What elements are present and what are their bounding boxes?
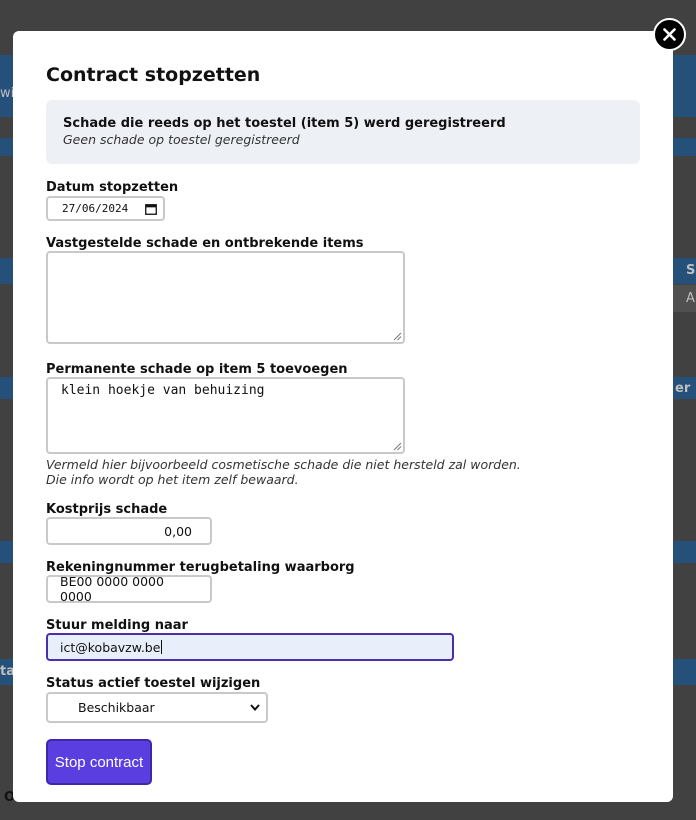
background-text-fragment: er	[675, 381, 691, 396]
background-table-header-left	[0, 258, 13, 284]
status-selected-value: Beschikbaar	[78, 700, 155, 715]
background-header-bar-right	[673, 55, 696, 117]
permanent-damage-label: Permanente schade op item 5 toevoegen	[46, 362, 348, 377]
permanent-damage-value: klein hoekje van behuizing	[61, 383, 265, 398]
close-button[interactable]	[653, 18, 686, 51]
status-select[interactable]: Beschikbaar	[46, 692, 268, 723]
damage-cost-value: 0,00	[164, 523, 192, 539]
text-caret	[161, 640, 163, 654]
stop-date-input[interactable]: 27/06/2024	[46, 196, 165, 221]
resize-grip-icon[interactable]	[393, 442, 402, 451]
damage-cost-label: Kostprijs schade	[46, 502, 168, 517]
background-bar	[673, 659, 696, 685]
stop-contract-modal: Contract stopzetten Schade die reeds op …	[13, 31, 673, 802]
damage-textarea[interactable]	[46, 251, 405, 344]
stop-contract-button[interactable]: Stop contract	[46, 739, 152, 785]
background-text-fragment: A	[686, 291, 695, 306]
resize-grip-icon[interactable]	[393, 332, 402, 341]
status-label: Status actief toestel wijzigen	[46, 676, 261, 691]
iban-value: BE00 0000 0000 0000	[60, 574, 164, 604]
background-text-fragment: S	[686, 263, 696, 278]
background-bar	[0, 377, 13, 399]
existing-damage-subtitle: Geen schade op toestel geregistreerd	[63, 132, 300, 147]
existing-damage-title: Schade die reeds op het toestel (item 5)…	[63, 116, 506, 131]
notify-label: Stuur melding naar	[46, 618, 188, 633]
notify-email-input[interactable]: ict@kobavzw.be	[46, 633, 454, 661]
background-bar	[673, 138, 696, 156]
iban-input[interactable]: BE00 0000 0000 0000	[46, 574, 212, 604]
calendar-icon[interactable]	[145, 203, 157, 215]
background-bar	[0, 541, 13, 563]
modal-title: Contract stopzetten	[46, 64, 261, 86]
damage-label: Vastgestelde schade en ontbrekende items	[46, 236, 364, 251]
permanent-damage-textarea[interactable]: klein hoekje van behuizing	[46, 377, 405, 454]
notify-email-value: ict@kobavzw.be	[60, 639, 161, 655]
permanent-damage-hint-2: Die info wordt op het item zelf bewaard.	[46, 472, 299, 487]
close-icon[interactable]	[663, 28, 676, 41]
existing-damage-info: Schade die reeds op het toestel (item 5)…	[46, 100, 640, 164]
background-bar	[0, 138, 13, 156]
iban-label: Rekeningnummer terugbetaling waarborg	[46, 560, 355, 575]
damage-cost-input[interactable]: 0,00	[46, 517, 212, 545]
permanent-damage-hint-1: Vermeld hier bijvoorbeeld cosmetische sc…	[46, 457, 521, 472]
stop-date-label: Datum stopzetten	[46, 180, 179, 195]
chevron-down-icon	[250, 704, 260, 711]
background-bar	[673, 541, 696, 563]
stop-date-value: 27/06/2024	[62, 202, 129, 215]
